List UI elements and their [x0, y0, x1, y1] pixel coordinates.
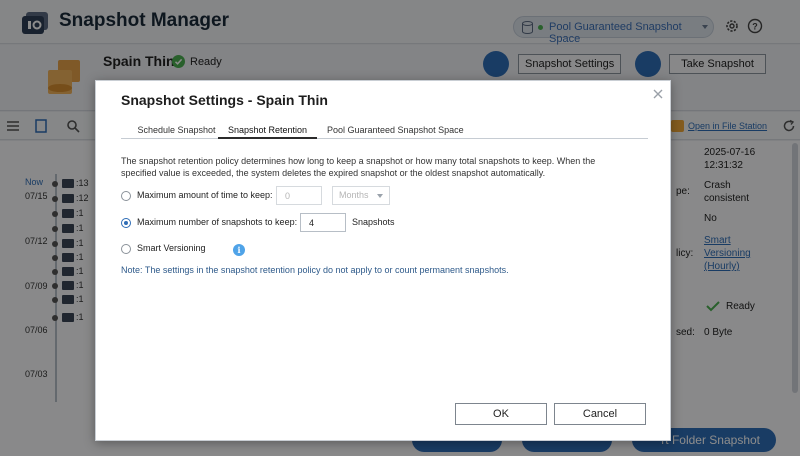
max-time-radio[interactable] [121, 191, 131, 201]
max-count-label: Maximum number of snapshots to keep: [137, 217, 298, 227]
info-icon[interactable]: i [233, 244, 245, 256]
tab-pool-guaranteed-snapshot-space[interactable]: Pool Guaranteed Snapshot Space [327, 125, 464, 139]
dialog-title: Snapshot Settings - Spain Thin [121, 92, 328, 108]
cancel-button[interactable]: Cancel [554, 403, 646, 425]
smart-versioning-radio[interactable] [121, 244, 131, 254]
tab-schedule-snapshot[interactable]: Schedule Snapshot [135, 125, 218, 139]
retention-note: Note: The settings in the snapshot reten… [121, 265, 509, 275]
ok-button[interactable]: OK [455, 403, 547, 425]
close-icon[interactable] [651, 87, 665, 101]
snapshot-settings-dialog: Snapshot Settings - Spain Thin Schedule … [95, 80, 671, 441]
max-count-radio[interactable] [121, 218, 131, 228]
dialog-tabs: Schedule Snapshot Snapshot Retention Poo… [121, 125, 648, 139]
max-time-input[interactable] [276, 186, 322, 205]
retention-description: The snapshot retention policy determines… [121, 156, 596, 178]
tab-snapshot-retention[interactable]: Snapshot Retention [218, 125, 317, 139]
max-time-unit-label: Months [339, 190, 369, 200]
chevron-down-icon [377, 194, 383, 198]
option-smart-versioning: Smart Versioning i [121, 242, 261, 258]
max-count-input[interactable] [300, 213, 346, 232]
max-count-unit: Snapshots [352, 217, 395, 227]
max-time-unit-select[interactable]: Months [332, 186, 390, 205]
max-time-label: Maximum amount of time to keep: [137, 190, 273, 200]
smart-versioning-label: Smart Versioning [137, 243, 206, 253]
